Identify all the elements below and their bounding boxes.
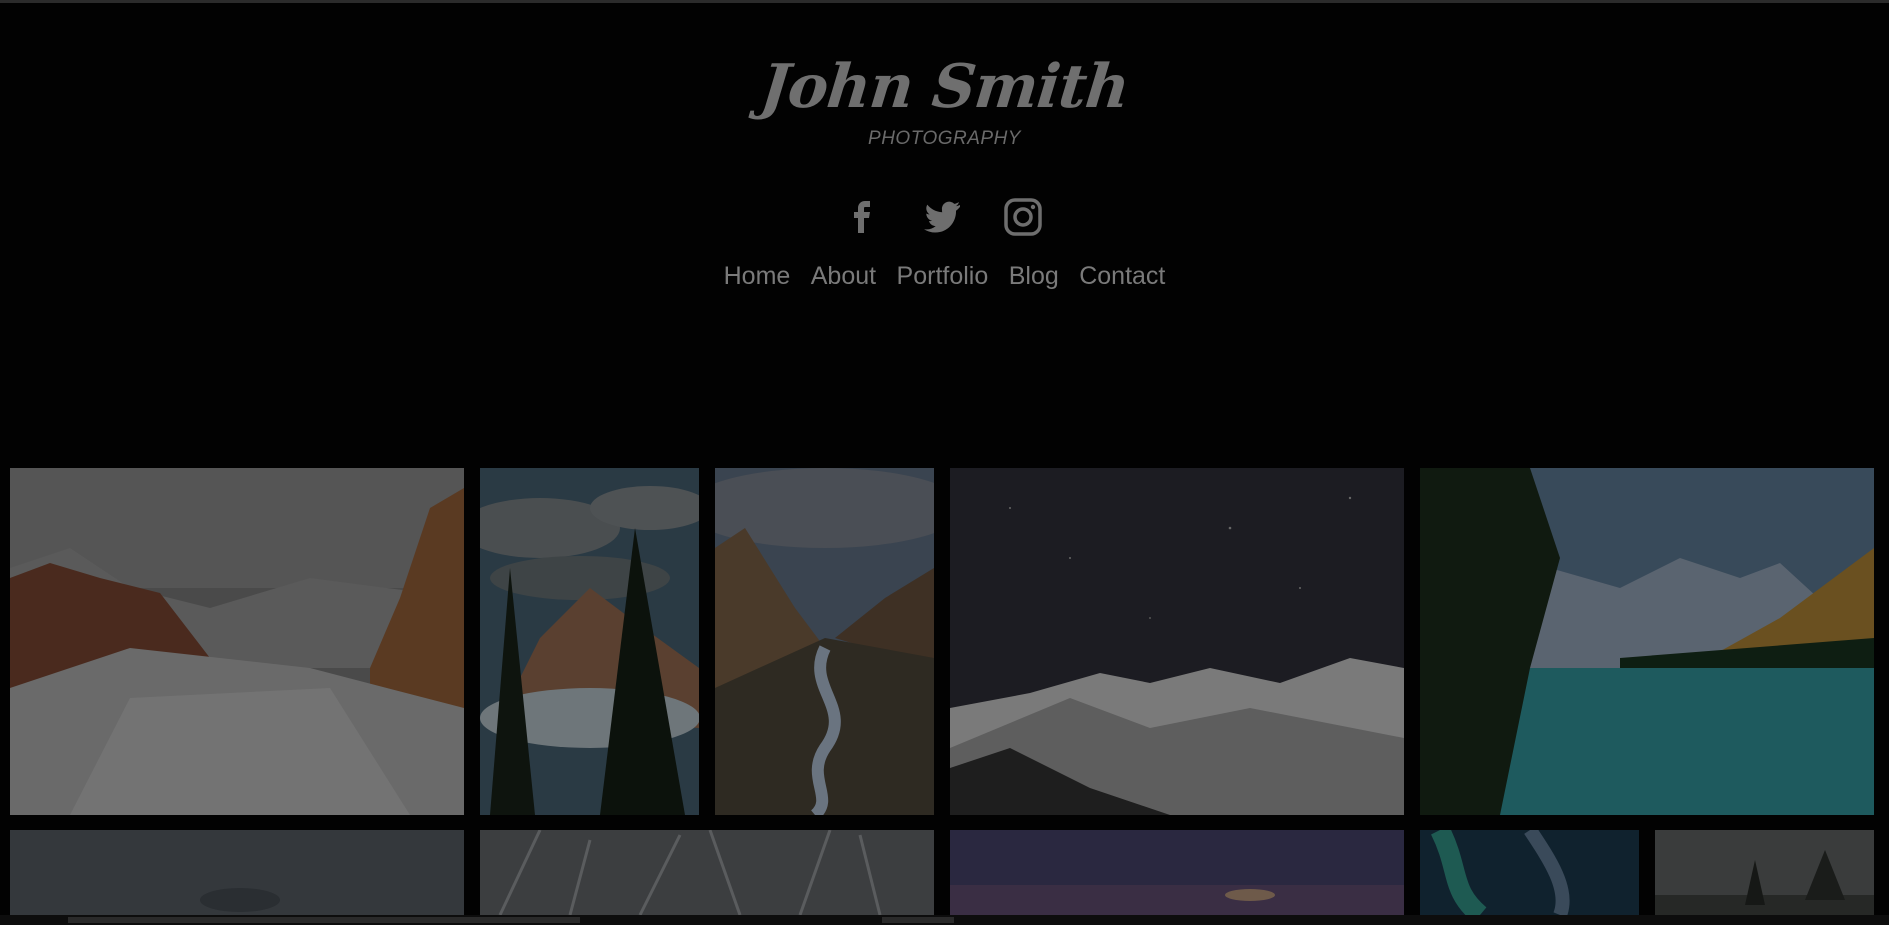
photo-valley-river[interactable]: [715, 468, 934, 815]
photo-cloudy-sky[interactable]: [10, 830, 464, 915]
horizontal-scrollbar[interactable]: [0, 915, 1889, 925]
scrollbar-thumb[interactable]: [68, 917, 580, 923]
photo-starry-snow-peaks[interactable]: [950, 468, 1404, 815]
photo-turquoise-lake[interactable]: [1420, 468, 1874, 815]
photo-purple-dusk[interactable]: [950, 830, 1404, 915]
photo-pines-mountain[interactable]: [480, 468, 699, 815]
photo-aurora[interactable]: [1420, 830, 1639, 915]
photo-misty-forest[interactable]: [1655, 830, 1874, 915]
photo-snowy-trees[interactable]: [480, 830, 934, 915]
photo-canyon-snow[interactable]: [10, 468, 464, 815]
scrollbar-marker: [882, 917, 954, 923]
photo-gallery: [0, 0, 1889, 925]
